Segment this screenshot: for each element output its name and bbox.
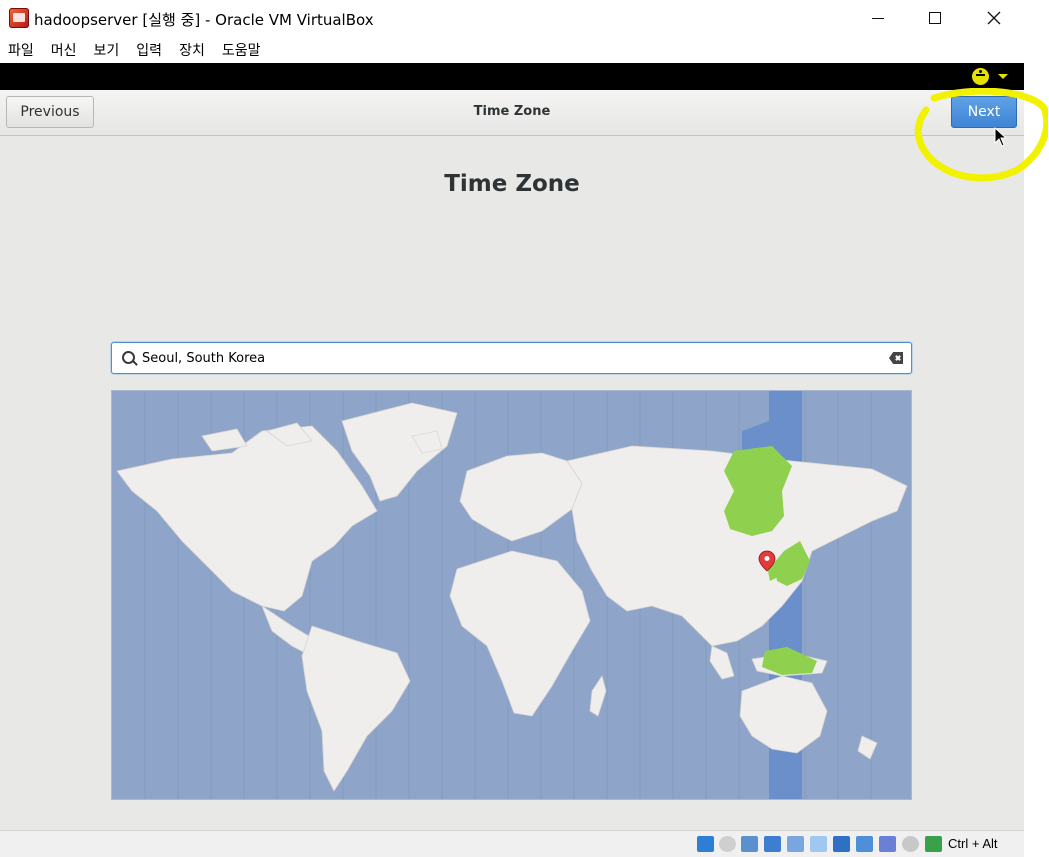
menu-machine[interactable]: 머신 bbox=[51, 40, 77, 60]
menu-bar: 파일 머신 보기 입력 장치 도움말 bbox=[0, 36, 1024, 63]
network-icon[interactable] bbox=[764, 836, 781, 852]
cpu-icon[interactable] bbox=[879, 836, 896, 852]
vm-screen: Previous Time Zone Next Time Zone bbox=[0, 63, 1024, 830]
world-map[interactable] bbox=[111, 390, 912, 800]
search-icon bbox=[122, 351, 135, 364]
virtualbox-icon bbox=[9, 8, 29, 28]
close-icon bbox=[987, 11, 1001, 25]
usb-icon[interactable] bbox=[787, 836, 804, 852]
location-search-input[interactable] bbox=[142, 346, 872, 370]
maximize-icon bbox=[929, 12, 941, 24]
menu-devices[interactable]: 장치 bbox=[179, 40, 205, 60]
maximize-button[interactable] bbox=[912, 4, 958, 32]
vm-status-bar: Ctrl + Alt bbox=[0, 830, 1024, 857]
menu-file[interactable]: 파일 bbox=[8, 40, 34, 60]
clear-text-icon[interactable] bbox=[889, 352, 903, 364]
host-key-icon[interactable] bbox=[925, 836, 942, 852]
virtualbox-window: hadoopserver [실행 중] - Oracle VM VirtualB… bbox=[0, 0, 1024, 857]
optical-drive-icon[interactable] bbox=[719, 836, 736, 852]
mouse-cursor-icon bbox=[994, 127, 1006, 147]
shared-folders-icon[interactable] bbox=[810, 836, 827, 852]
hard-disk-icon[interactable] bbox=[697, 836, 714, 852]
minimize-icon bbox=[872, 17, 884, 19]
menu-help[interactable]: 도움말 bbox=[222, 40, 261, 60]
window-title: hadoopserver [실행 중] - Oracle VM VirtualB… bbox=[34, 11, 374, 29]
menu-view[interactable]: 보기 bbox=[94, 40, 120, 60]
host-key-label: Ctrl + Alt bbox=[948, 836, 998, 851]
title-bar: hadoopserver [실행 중] - Oracle VM VirtualB… bbox=[0, 0, 1024, 36]
gnome-top-bar bbox=[0, 63, 1024, 90]
audio-icon[interactable] bbox=[741, 836, 758, 852]
accessibility-icon[interactable] bbox=[972, 68, 989, 85]
chevron-down-icon[interactable] bbox=[998, 74, 1008, 79]
installer-header: Previous Time Zone Next bbox=[0, 90, 1024, 136]
video-capture-icon[interactable] bbox=[856, 836, 873, 852]
menu-input[interactable]: 입력 bbox=[136, 40, 162, 60]
display-icon[interactable] bbox=[833, 836, 850, 852]
next-button[interactable]: Next bbox=[951, 96, 1017, 128]
world-map-graphic bbox=[116, 391, 908, 799]
minimize-button[interactable] bbox=[855, 4, 901, 32]
header-title: Time Zone bbox=[473, 104, 551, 119]
close-button[interactable] bbox=[971, 4, 1017, 32]
mouse-integration-icon[interactable] bbox=[902, 836, 919, 852]
page-title: Time Zone bbox=[444, 171, 580, 197]
location-search bbox=[111, 342, 912, 374]
